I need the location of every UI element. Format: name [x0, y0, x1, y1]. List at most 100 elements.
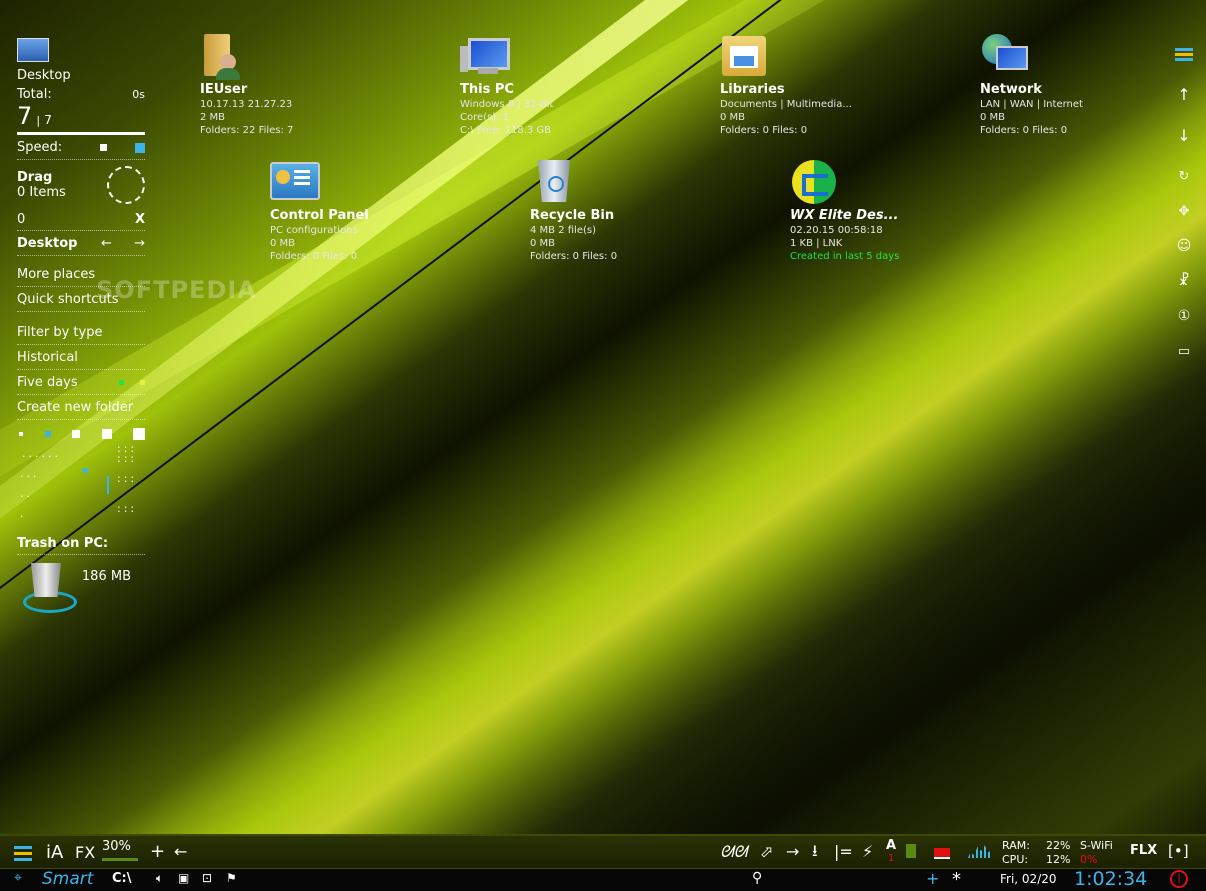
- cpu-label: CPU:: [1002, 853, 1029, 866]
- icon-name: This PC: [460, 82, 514, 97]
- forward-icon[interactable]: →: [786, 842, 799, 861]
- drag-target-icon[interactable]: [107, 166, 145, 204]
- fullscreen-button[interactable]: [•]: [1168, 842, 1189, 860]
- layout-grid-c-icon[interactable]: :::: [117, 503, 137, 514]
- total-count-row: 7 | 7: [17, 102, 145, 135]
- flx-button[interactable]: FLX: [1130, 843, 1157, 858]
- lightning-icon[interactable]: ⚡: [862, 842, 873, 861]
- power-icon[interactable]: |: [1170, 870, 1188, 888]
- five-days-yellow-dot: [140, 380, 145, 385]
- layout-grid-options[interactable]: ...... :::::: ... ::: .. . :::: [17, 443, 145, 524]
- view-size-l[interactable]: [101, 429, 112, 439]
- icon-name: WX Elite Des...: [790, 208, 899, 223]
- icon-detail: Folders: 0 Files: 0: [270, 251, 358, 262]
- layout-dots-2-icon[interactable]: ..: [20, 484, 33, 504]
- back-button[interactable]: ←: [174, 842, 187, 861]
- icon-detail: Folders: 22 Files: 7: [200, 125, 294, 136]
- layout-dots-1-icon[interactable]: .: [20, 504, 27, 524]
- icon-detail: Documents | Multimedia...: [720, 99, 852, 110]
- hamburger-menu-icon[interactable]: [14, 846, 32, 849]
- menu-icon[interactable]: [1170, 36, 1198, 71]
- menu-historical[interactable]: Historical: [17, 345, 145, 370]
- a-indicator[interactable]: A: [886, 838, 896, 853]
- speed-fast-toggle[interactable]: [135, 142, 145, 153]
- arrow-down-icon[interactable]: ↓: [1170, 118, 1198, 153]
- icon-detail: Folders: 0 Files: 0: [720, 125, 808, 136]
- desktop-monitor-icon[interactable]: [17, 38, 49, 62]
- trash-row[interactable]: 186 MB: [17, 555, 145, 613]
- recycle-bin-icon: [530, 158, 578, 206]
- trash-label: Trash on PC:: [17, 530, 145, 555]
- download-icon[interactable]: ⭳: [812, 840, 818, 867]
- activity-graph-icon[interactable]: [968, 845, 992, 858]
- total-row: Total: 0s: [17, 87, 145, 102]
- smart-button[interactable]: Smart: [42, 869, 93, 889]
- layout-dots-6-icon[interactable]: ......: [22, 444, 61, 464]
- arrange-icon[interactable]: ✥: [1170, 194, 1198, 229]
- tag-icon[interactable]: ⬀: [760, 842, 773, 861]
- drive-label[interactable]: C:\: [112, 871, 132, 886]
- asterisk-icon[interactable]: *: [952, 869, 961, 890]
- desktop-icon-wx-elite[interactable]: WX Elite Des... 02.20.15 00:58:18 1 KB |…: [790, 158, 990, 263]
- back-arrow-icon[interactable]: ←: [101, 236, 112, 251]
- transparency-percent[interactable]: 30%: [102, 839, 131, 854]
- drag-items: 0 Items: [17, 185, 66, 200]
- refresh-icon[interactable]: ↻: [1170, 159, 1198, 194]
- smiley-icon[interactable]: ☺: [1170, 229, 1198, 264]
- info-icon[interactable]: ①: [1170, 299, 1198, 334]
- arrow-up-icon[interactable]: ↑: [1170, 77, 1198, 112]
- icon-name: IEUser: [200, 82, 248, 97]
- clear-selection-button[interactable]: X: [135, 212, 145, 227]
- desktop-icon-recycle-bin[interactable]: Recycle Bin 4 MB 2 file(s) 0 MB Folders:…: [530, 158, 730, 263]
- flag-icon[interactable]: ⚑: [226, 871, 237, 885]
- trash-bin-icon[interactable]: [17, 561, 77, 613]
- layout-selected-bar: [107, 476, 109, 494]
- view-size-m[interactable]: [72, 430, 80, 438]
- desktop-icon-this-pc[interactable]: This PC Windows 8 | 32-Bit Core(s): 1 C:…: [460, 32, 660, 137]
- icon-detail: PC configurations: [270, 225, 358, 236]
- layout-grid-b-icon[interactable]: :::: [117, 473, 137, 484]
- ia-button[interactable]: iA: [46, 842, 63, 863]
- network-icon: [980, 32, 1028, 80]
- transparency-bar: [102, 858, 138, 861]
- desktop-icon-control-panel[interactable]: Control Panel PC configurations 0 MB Fol…: [270, 158, 470, 263]
- speed-slow-toggle[interactable]: [100, 144, 107, 151]
- volume-icon[interactable]: 🔈︎: [156, 871, 163, 886]
- crosshair-icon[interactable]: ⌖: [14, 870, 22, 886]
- total-time: 0s: [132, 88, 145, 101]
- control-panel-icon: [270, 158, 320, 206]
- wifi-label: S-WiFi: [1080, 839, 1113, 852]
- search-icon[interactable]: ⚲: [752, 870, 762, 886]
- computer-icon: [460, 32, 510, 80]
- signature-icon[interactable]: ᘛᘛ: [720, 842, 747, 862]
- package-icon[interactable]: ▣: [178, 871, 189, 885]
- layout-grid-a-icon[interactable]: ::::::: [117, 443, 137, 464]
- view-size-xs[interactable]: [19, 432, 23, 436]
- separator-icon[interactable]: |=: [834, 842, 853, 861]
- desktop-icon-libraries[interactable]: Libraries Documents | Multimedia... 0 MB…: [720, 32, 920, 137]
- date-label: Fri, 02/20: [1000, 872, 1057, 886]
- menu-five-days[interactable]: Five days: [17, 375, 78, 390]
- view-size-s[interactable]: [44, 431, 51, 437]
- menu-filter-by-type[interactable]: Filter by type: [17, 320, 145, 345]
- forward-arrow-icon[interactable]: →: [134, 236, 145, 251]
- watermark: SOFTPEDIA: [96, 276, 257, 304]
- ribbon-icon[interactable]: ☧: [1170, 264, 1198, 299]
- plus-tray-icon[interactable]: +: [926, 869, 939, 888]
- trash-size: 186 MB: [81, 568, 131, 584]
- right-toolbar: ↑ ↓ ↻ ✥ ☺ ☧ ① ▭: [1170, 36, 1198, 369]
- add-button[interactable]: +: [150, 841, 165, 862]
- view-size-xl[interactable]: [133, 428, 145, 440]
- window-icon[interactable]: ▭: [1170, 334, 1198, 369]
- five-days-green-dot: [119, 380, 124, 385]
- icon-detail: 0 MB: [270, 238, 296, 249]
- red-status-block: [934, 848, 950, 859]
- icon-detail: 4 MB 2 file(s): [530, 225, 596, 236]
- menu-create-new-folder[interactable]: Create new folder: [17, 395, 145, 420]
- layout-dots-3-icon[interactable]: ...: [20, 464, 40, 484]
- desktop-icon-ieuser[interactable]: IEUser 10.17.13 21.27.23 2 MB Folders: 2…: [200, 32, 400, 137]
- desktop-icon-network[interactable]: Network LAN | WAN | Internet 0 MB Folder…: [980, 32, 1180, 137]
- speed-label: Speed:: [17, 140, 63, 155]
- fx-button[interactable]: FX: [75, 843, 95, 862]
- network-tray-icon[interactable]: ⊡: [202, 871, 212, 885]
